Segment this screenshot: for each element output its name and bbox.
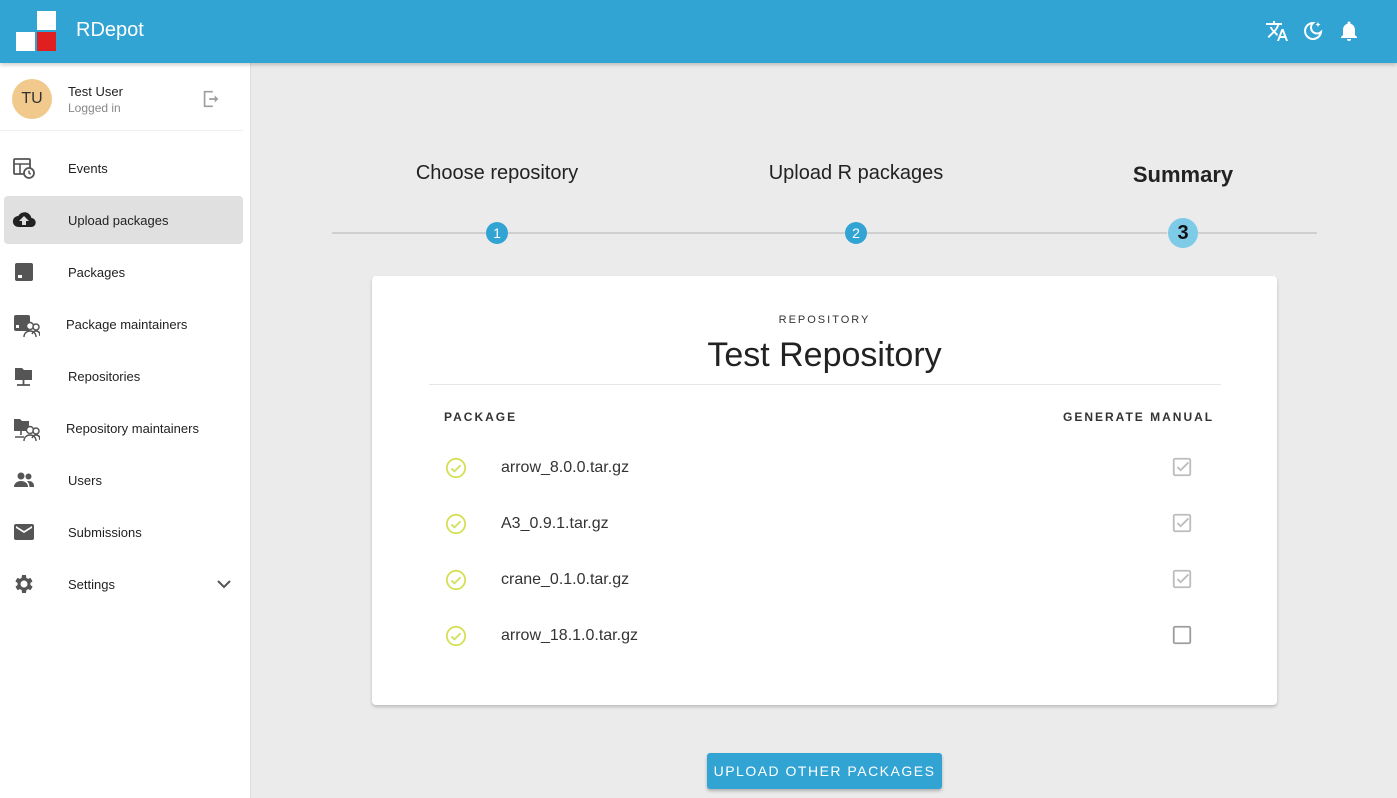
sidebar-item-label: Packages — [68, 265, 126, 280]
sidebar-item-label: Users — [68, 473, 102, 488]
repository-name: Test Repository — [707, 336, 942, 374]
check-circle-icon — [445, 513, 467, 535]
sidebar-item-label: Repository maintainers — [66, 421, 199, 436]
sidebar-item-package-maintainers[interactable]: Package maintainers — [4, 300, 243, 348]
package-maintainers-icon — [12, 312, 41, 338]
rdepot-logo[interactable] — [16, 11, 56, 51]
sidebar-item-users[interactable]: Users — [4, 456, 243, 504]
check-circle-icon — [445, 625, 467, 647]
generate-manual-checkbox[interactable] — [1171, 568, 1193, 590]
sidebar-item-label: Submissions — [68, 525, 142, 540]
users-icon — [12, 468, 36, 492]
repository-maintainers-icon — [12, 416, 41, 442]
sidebar-item-label: Events — [68, 161, 108, 176]
repository-caption: REPOSITORY — [778, 314, 871, 326]
events-icon — [12, 156, 36, 180]
sidebar-item-submissions[interactable]: Submissions — [4, 508, 243, 556]
step-connector — [867, 232, 1167, 234]
sidebar-item-settings[interactable]: Settings — [4, 560, 243, 608]
step-label-choose-repository: Choose repository — [415, 162, 579, 184]
generate-manual-checkbox[interactable] — [1171, 624, 1193, 646]
cloud-upload-icon — [12, 208, 36, 232]
column-header-package: PACKAGE — [444, 410, 518, 424]
sidebar-item-upload-packages[interactable]: Upload packages — [4, 196, 243, 244]
step-label-summary: Summary — [1132, 162, 1234, 187]
avatar: TU — [12, 79, 52, 119]
step-label-upload-r-packages: Upload R packages — [768, 162, 944, 184]
logout-icon[interactable] — [200, 88, 222, 110]
logo-square — [16, 32, 35, 51]
sidebar: TU Test User Logged in Events Upload pac… — [0, 63, 251, 798]
translate-icon[interactable] — [1265, 19, 1289, 43]
check-circle-icon — [445, 457, 467, 479]
sidebar-item-label: Repositories — [68, 369, 141, 384]
step-connector — [508, 232, 845, 234]
logo-square — [37, 32, 56, 51]
generate-manual-checkbox[interactable] — [1171, 456, 1193, 478]
app-bar: RDepot — [0, 0, 1397, 63]
chevron-down-icon[interactable] — [212, 572, 236, 596]
table-row: A3_0.9.1.tar.gz — [372, 499, 1277, 555]
table-row: crane_0.1.0.tar.gz — [372, 555, 1277, 611]
sidebar-item-label: Upload packages — [68, 213, 169, 228]
package-name: crane_0.1.0.tar.gz — [501, 571, 630, 588]
user-panel: TU Test User Logged in — [0, 63, 243, 131]
step-2-indicator[interactable]: 2 — [845, 222, 867, 244]
check-circle-icon — [445, 569, 467, 591]
logo-square — [16, 11, 35, 30]
step-1-indicator[interactable]: 1 — [486, 222, 508, 244]
table-row: arrow_18.1.0.tar.gz — [372, 611, 1277, 667]
bell-icon[interactable] — [1337, 19, 1361, 43]
table-row: arrow_8.0.0.tar.gz — [372, 443, 1277, 499]
dark-mode-icon[interactable] — [1301, 19, 1325, 43]
repository-icon — [12, 364, 36, 388]
gear-icon — [12, 572, 36, 596]
sidebar-item-repository-maintainers[interactable]: Repository maintainers — [4, 404, 243, 452]
generate-manual-checkbox[interactable] — [1171, 512, 1193, 534]
step-connector — [332, 232, 486, 234]
app-title: RDepot — [76, 19, 144, 41]
user-name: Test User — [68, 84, 123, 99]
upload-other-packages-button[interactable]: UPLOAD OTHER PACKAGES — [707, 753, 942, 789]
sidebar-item-label: Package maintainers — [66, 317, 188, 332]
summary-card: REPOSITORY Test Repository PACKAGE GENER… — [372, 276, 1277, 705]
mail-icon — [12, 520, 36, 544]
sidebar-item-events[interactable]: Events — [4, 144, 243, 192]
package-name: arrow_18.1.0.tar.gz — [501, 627, 638, 644]
package-icon — [12, 260, 36, 284]
step-3-indicator[interactable]: 3 — [1168, 218, 1198, 248]
column-header-generate-manual: GENERATE MANUAL — [1063, 410, 1215, 424]
sidebar-item-repositories[interactable]: Repositories — [4, 352, 243, 400]
package-name: arrow_8.0.0.tar.gz — [501, 459, 630, 476]
sidebar-item-packages[interactable]: Packages — [4, 248, 243, 296]
step-connector — [1198, 232, 1317, 234]
user-status: Logged in — [68, 101, 121, 115]
divider — [429, 384, 1221, 385]
sidebar-item-label: Settings — [68, 577, 115, 592]
logo-square — [37, 11, 56, 30]
package-name: A3_0.9.1.tar.gz — [501, 515, 609, 532]
